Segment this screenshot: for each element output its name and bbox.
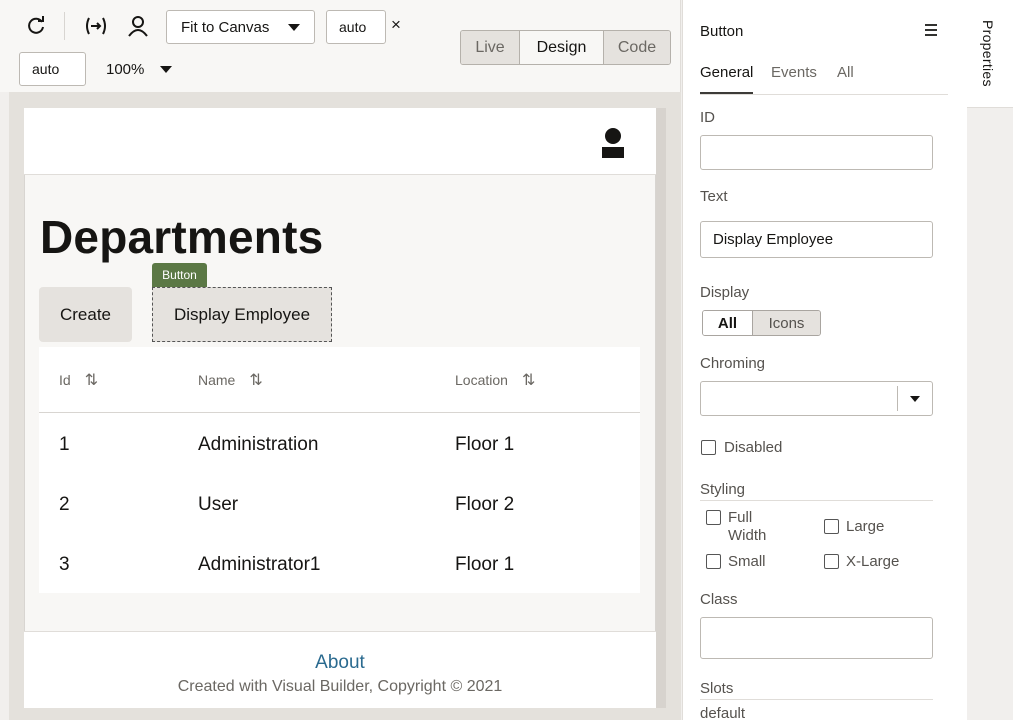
properties-panel: Button General Events All ID Text Displa… [682, 0, 967, 720]
tab-all[interactable]: All [837, 64, 854, 81]
display-all-option[interactable]: All [703, 311, 753, 335]
full-width-label: Full Width [728, 509, 767, 544]
width-value: auto [339, 19, 367, 35]
styling-label: Styling [700, 481, 746, 498]
small-checkbox[interactable] [706, 554, 721, 569]
slots-divider [700, 699, 933, 700]
small-label: Small [728, 553, 766, 570]
column-header-name[interactable]: Name ⇅ [198, 347, 263, 412]
x-large-label: X-Large [846, 553, 900, 570]
toolbar-separator [64, 12, 65, 40]
right-strip [967, 108, 1013, 720]
width-input[interactable]: auto [326, 10, 386, 44]
display-toggle: All Icons [702, 310, 821, 336]
x-large-checkbox[interactable] [824, 554, 839, 569]
page-header [24, 108, 656, 175]
component-name: Button [700, 23, 744, 40]
disabled-label: Disabled [724, 439, 783, 456]
disabled-checkbox[interactable] [701, 440, 716, 455]
large-checkbox[interactable] [824, 519, 839, 534]
sort-icon[interactable]: ⇅ [85, 370, 98, 390]
avatar-icon[interactable] [602, 128, 624, 158]
column-header-location[interactable]: Location ⇅ [455, 347, 535, 412]
table-cell: 3 [59, 554, 70, 575]
create-button[interactable]: Create [39, 287, 132, 342]
table-cell: 2 [59, 494, 70, 515]
table-cell: Administrator1 [198, 554, 321, 575]
tab-events[interactable]: Events [771, 64, 817, 81]
sort-icon[interactable]: ⇅ [522, 370, 535, 390]
tab-divider [700, 94, 948, 95]
fit-select[interactable]: Fit to Canvas [166, 10, 315, 44]
departments-table: Id ⇅ Name ⇅ Location ⇅ 1 Administration … [39, 347, 640, 593]
mode-design-button[interactable]: Design [520, 31, 604, 64]
chevron-down-icon [288, 23, 300, 31]
expand-brackets-icon[interactable] [82, 12, 110, 40]
refresh-icon[interactable] [22, 12, 50, 40]
text-field[interactable]: Display Employee [700, 221, 933, 258]
table-cell: Floor 1 [455, 554, 515, 575]
large-label: Large [846, 518, 885, 535]
close-icon[interactable]: × [391, 15, 401, 35]
fit-select-value: Fit to Canvas [181, 18, 270, 36]
sort-icon[interactable]: ⇅ [249, 370, 262, 390]
styling-divider [700, 500, 933, 501]
table-cell: 1 [59, 434, 70, 455]
class-label: Class [700, 591, 738, 608]
column-header-label: Id [59, 371, 71, 388]
text-label: Text [700, 188, 728, 205]
about-link[interactable]: About [24, 652, 656, 674]
selection-tag: Button [152, 263, 207, 287]
zoom-chevron-down-icon[interactable] [160, 66, 172, 73]
display-icons-option[interactable]: Icons [753, 311, 820, 335]
column-header-id[interactable]: Id ⇅ [59, 347, 98, 412]
page-title: Departments [40, 211, 324, 263]
height-input[interactable]: auto [19, 52, 86, 86]
page-footer: About Created with Visual Builder, Copyr… [24, 631, 656, 708]
id-field[interactable] [700, 135, 933, 170]
table-cell: Administration [198, 434, 319, 455]
column-header-label: Location [455, 371, 508, 388]
properties-side-tab-label: Properties [980, 20, 996, 87]
chroming-select[interactable] [700, 381, 933, 416]
class-field[interactable] [700, 617, 933, 659]
table-cell: User [198, 494, 239, 515]
table-cell: Floor 1 [455, 434, 515, 455]
display-label: Display [700, 284, 750, 301]
slot-default: default [700, 705, 746, 720]
slots-label: Slots [700, 680, 734, 697]
mode-switcher: Live Design Code [460, 30, 671, 65]
table-cell: Floor 2 [455, 494, 515, 515]
mode-code-button[interactable]: Code [604, 31, 670, 64]
mode-live-button[interactable]: Live [461, 31, 520, 64]
canvas-scrollbar[interactable] [656, 108, 666, 708]
chroming-label: Chroming [700, 355, 766, 372]
zoom-value[interactable]: 100% [106, 61, 144, 78]
full-width-checkbox[interactable] [706, 510, 721, 525]
hamburger-menu-icon[interactable] [924, 23, 938, 40]
header-divider [39, 412, 640, 413]
copyright-text: Created with Visual Builder, Copyright ©… [177, 678, 503, 695]
tab-general[interactable]: General [700, 64, 753, 81]
chevron-down-icon[interactable] [898, 395, 932, 402]
height-value: auto [32, 61, 60, 77]
user-icon[interactable] [124, 12, 152, 40]
id-label: ID [700, 109, 715, 126]
display-employee-button[interactable]: Display Employee [152, 287, 332, 342]
column-header-label: Name [198, 371, 236, 388]
